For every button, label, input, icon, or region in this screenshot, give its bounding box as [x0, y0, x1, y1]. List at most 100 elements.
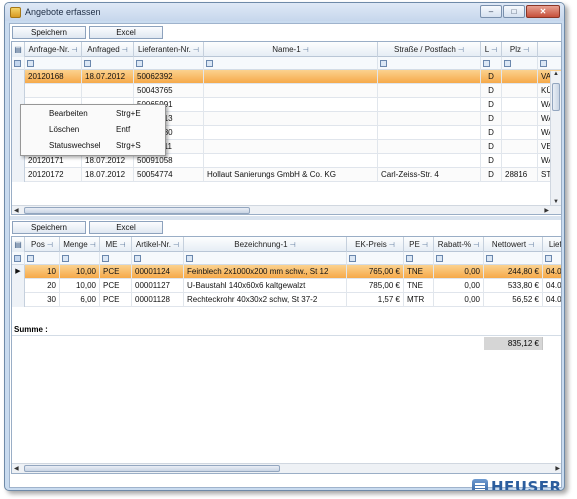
cell-pos[interactable]: 20: [25, 279, 60, 293]
cell-lieferanten-nr[interactable]: 50043765: [134, 84, 204, 98]
pin-icon[interactable]: ⊣: [119, 242, 125, 249]
cell-plz[interactable]: [502, 140, 538, 154]
cell-me[interactable]: PCE: [100, 265, 132, 279]
col-header-plz[interactable]: Plz ⊣: [502, 42, 538, 57]
filter-cell[interactable]: [538, 57, 561, 70]
cell-nettowert[interactable]: 56,52 €: [484, 293, 543, 307]
minimize-button[interactable]: –: [480, 5, 502, 18]
col-header-land[interactable]: L ⊣: [481, 42, 502, 57]
menu-item-statuswechsel[interactable]: Statuswechsel Strg+S: [21, 138, 165, 154]
col-header-liefertermin[interactable]: Liefe: [543, 237, 561, 252]
pin-icon[interactable]: ⊣: [193, 47, 199, 54]
menu-item-bearbeiten[interactable]: Bearbeiten Strg+E: [21, 106, 165, 122]
cell-lieferanten-nr[interactable]: 50062392: [134, 70, 204, 84]
cell-strasse[interactable]: Carl-Zeiss-Str. 4: [378, 168, 481, 182]
filter-cell[interactable]: [134, 57, 204, 70]
filter-cell[interactable]: [60, 252, 100, 265]
offers-horizontal-scrollbar[interactable]: ◀ ▶: [12, 205, 561, 214]
save-button[interactable]: Speichern: [12, 26, 86, 39]
pin-icon[interactable]: ⊣: [528, 242, 534, 249]
cell-land[interactable]: D: [481, 126, 502, 140]
filter-cell[interactable]: [404, 252, 434, 265]
pin-icon[interactable]: ⊣: [173, 242, 179, 249]
cell-strasse[interactable]: [378, 70, 481, 84]
close-button[interactable]: ✕: [526, 5, 560, 18]
row-selector[interactable]: [12, 154, 25, 168]
cell-nettowert[interactable]: 533,80 €: [484, 279, 543, 293]
cell-anfragedatum[interactable]: 18.07.2012: [82, 168, 134, 182]
cell-anfrage-nr[interactable]: 20120168: [25, 70, 82, 84]
pin-icon[interactable]: ⊣: [47, 242, 53, 249]
cell-name-1[interactable]: Hollaut Sanierungs GmbH & Co. KG: [204, 168, 378, 182]
pin-icon[interactable]: ⊣: [122, 47, 128, 54]
cell-plz[interactable]: [502, 112, 538, 126]
title-bar[interactable]: Angebote erfassen – □ ✕: [5, 3, 564, 21]
cell-lieferanten-nr[interactable]: 50054774: [134, 168, 204, 182]
scroll-thumb[interactable]: [24, 207, 250, 214]
filter-cell[interactable]: [543, 252, 561, 265]
scroll-right-icon[interactable]: ▶: [555, 465, 560, 472]
cell-menge[interactable]: 10,00: [60, 279, 100, 293]
offer-row[interactable]: 20120171 18.07.2012 50091058 D WA: [12, 154, 561, 168]
excel-export-positions-button[interactable]: Excel: [89, 221, 163, 234]
cell-land[interactable]: D: [481, 168, 502, 182]
row-selector[interactable]: [12, 84, 25, 98]
col-header-ort[interactable]: [538, 42, 561, 57]
filter-cell[interactable]: [132, 252, 184, 265]
cell-rabatt[interactable]: 0,00: [434, 279, 484, 293]
cell-land[interactable]: D: [481, 70, 502, 84]
cell-land[interactable]: D: [481, 154, 502, 168]
cell-lieferanten-nr[interactable]: 50091058: [134, 154, 204, 168]
row-selector[interactable]: [12, 279, 25, 293]
offer-row[interactable]: 20120168 18.07.2012 50062392 D VA: [12, 70, 561, 84]
cell-me[interactable]: PCE: [100, 293, 132, 307]
cell-liefertermin[interactable]: 04.0: [543, 279, 561, 293]
pin-icon[interactable]: ⊣: [458, 47, 464, 54]
excel-export-button[interactable]: Excel: [89, 26, 163, 39]
col-header-rabatt[interactable]: Rabatt-% ⊣: [434, 237, 484, 252]
cell-me[interactable]: PCE: [100, 279, 132, 293]
col-header-me[interactable]: ME ⊣: [100, 237, 132, 252]
maximize-button[interactable]: □: [503, 5, 525, 18]
col-header-nettowert[interactable]: Nettowert ⊣: [484, 237, 543, 252]
cell-anfragedatum[interactable]: [82, 84, 134, 98]
cell-name-1[interactable]: [204, 154, 378, 168]
scroll-right-icon[interactable]: ▶: [544, 207, 549, 214]
panel-splitter[interactable]: [10, 216, 561, 220]
offer-row[interactable]: 50043765 D KÜ: [12, 84, 561, 98]
scroll-left-icon[interactable]: ◀: [14, 207, 19, 214]
cell-artikel-nr[interactable]: 00001124: [132, 265, 184, 279]
pin-icon[interactable]: ⊣: [422, 242, 428, 249]
row-selector[interactable]: [12, 293, 25, 307]
cell-liefertermin[interactable]: 04.0: [543, 265, 561, 279]
cell-pos[interactable]: 10: [25, 265, 60, 279]
cell-pe[interactable]: TNE: [404, 279, 434, 293]
cell-anfragedatum[interactable]: 18.07.2012: [82, 70, 134, 84]
pin-icon[interactable]: ⊣: [90, 242, 96, 249]
cell-ek-preis[interactable]: 765,00 €: [347, 265, 404, 279]
cell-menge[interactable]: 10,00: [60, 265, 100, 279]
filter-cell[interactable]: [481, 57, 502, 70]
cell-artikel-nr[interactable]: 00001127: [132, 279, 184, 293]
cell-strasse[interactable]: [378, 112, 481, 126]
cell-name-1[interactable]: [204, 70, 378, 84]
cell-bezeichnung[interactable]: Rechteckrohr 40x30x2 schw, St 37-2: [184, 293, 347, 307]
cell-strasse[interactable]: [378, 98, 481, 112]
cell-land[interactable]: D: [481, 112, 502, 126]
cell-land[interactable]: D: [481, 98, 502, 112]
cell-bezeichnung[interactable]: U-Baustahl 140x60x6 kaltgewalzt: [184, 279, 347, 293]
col-header-pe[interactable]: PE ⊣: [404, 237, 434, 252]
positions-horizontal-scrollbar[interactable]: ◀ ▶: [12, 463, 561, 473]
filter-cell[interactable]: [82, 57, 134, 70]
pin-icon[interactable]: ⊣: [290, 242, 296, 249]
scroll-thumb[interactable]: [24, 465, 280, 472]
cell-liefertermin[interactable]: 04.0: [543, 293, 561, 307]
col-header-name-1[interactable]: Name-1 ⊣: [204, 42, 378, 57]
cell-name-1[interactable]: [204, 98, 378, 112]
menu-item-loeschen[interactable]: Löschen Entf: [21, 122, 165, 138]
cell-anfrage-nr[interactable]: 20120171: [25, 154, 82, 168]
pin-icon[interactable]: ⊣: [389, 242, 395, 249]
offers-vertical-scrollbar[interactable]: ▲ ▼: [550, 71, 561, 205]
cell-rabatt[interactable]: 0,00: [434, 265, 484, 279]
cell-ek-preis[interactable]: 1,57 €: [347, 293, 404, 307]
